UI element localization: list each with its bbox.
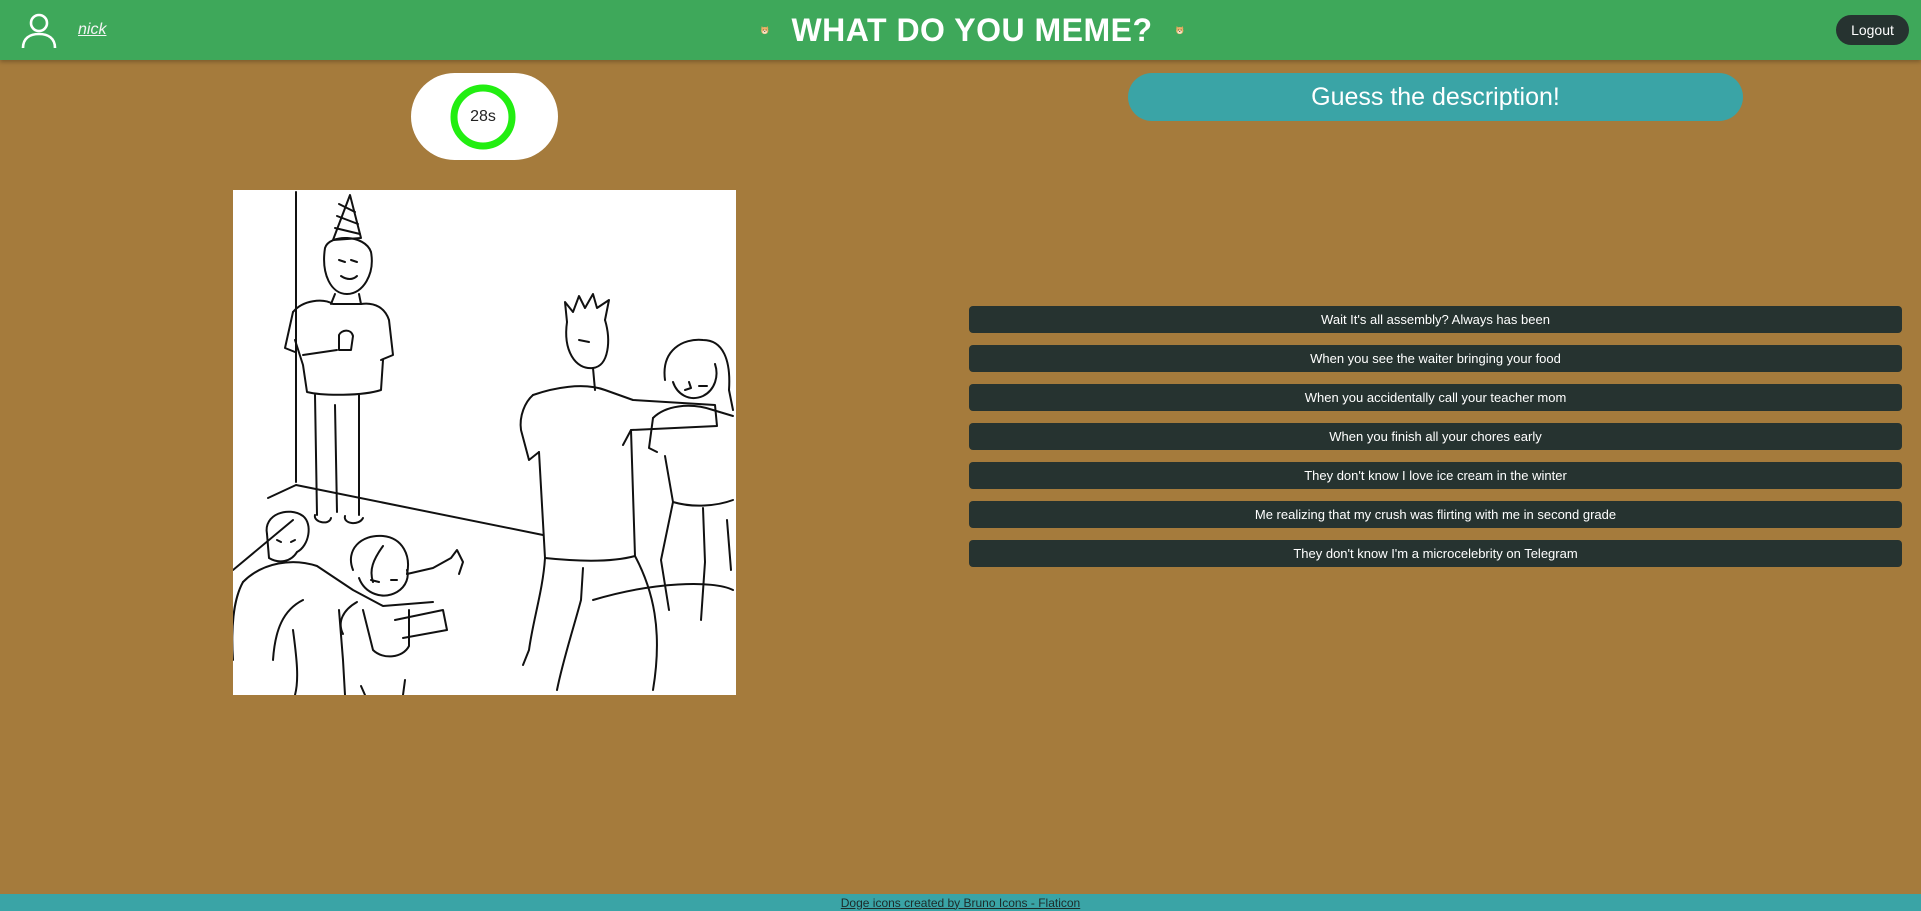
app-header: nick WHAT DO YOU MEME? Logout — [0, 0, 1921, 60]
app-title: WHAT DO YOU MEME? — [791, 11, 1153, 48]
caption-option[interactable]: When you finish all your chores early — [969, 423, 1902, 450]
user-icon[interactable] — [20, 12, 58, 50]
caption-list: Wait It's all assembly? Always has been … — [969, 306, 1902, 567]
meme-image — [233, 190, 736, 695]
logout-button[interactable]: Logout — [1836, 15, 1909, 45]
caption-option[interactable]: They don't know I love ice cream in the … — [969, 462, 1902, 489]
caption-option[interactable]: When you accidentally call your teacher … — [969, 384, 1902, 411]
username-link[interactable]: nick — [78, 21, 106, 39]
caption-option[interactable]: Wait It's all assembly? Always has been — [969, 306, 1902, 333]
caption-option[interactable]: They don't know I'm a microcelebrity on … — [969, 540, 1902, 567]
doge-icon — [761, 26, 769, 35]
meme-drawing — [233, 191, 734, 695]
doge-icon — [1175, 26, 1183, 35]
title-group: WHAT DO YOU MEME? — [760, 8, 1184, 52]
instruction-banner: Guess the description! — [1128, 73, 1743, 121]
caption-option[interactable]: When you see the waiter bringing your fo… — [969, 345, 1902, 372]
footer: Doge icons created by Bruno Icons - Flat… — [0, 894, 1921, 911]
footer-credit-link[interactable]: Doge icons created by Bruno Icons - Flat… — [841, 896, 1080, 910]
timer: 28s — [411, 73, 558, 160]
caption-option[interactable]: Me realizing that my crush was flirting … — [969, 501, 1902, 528]
timer-text: 28s — [470, 108, 496, 125]
